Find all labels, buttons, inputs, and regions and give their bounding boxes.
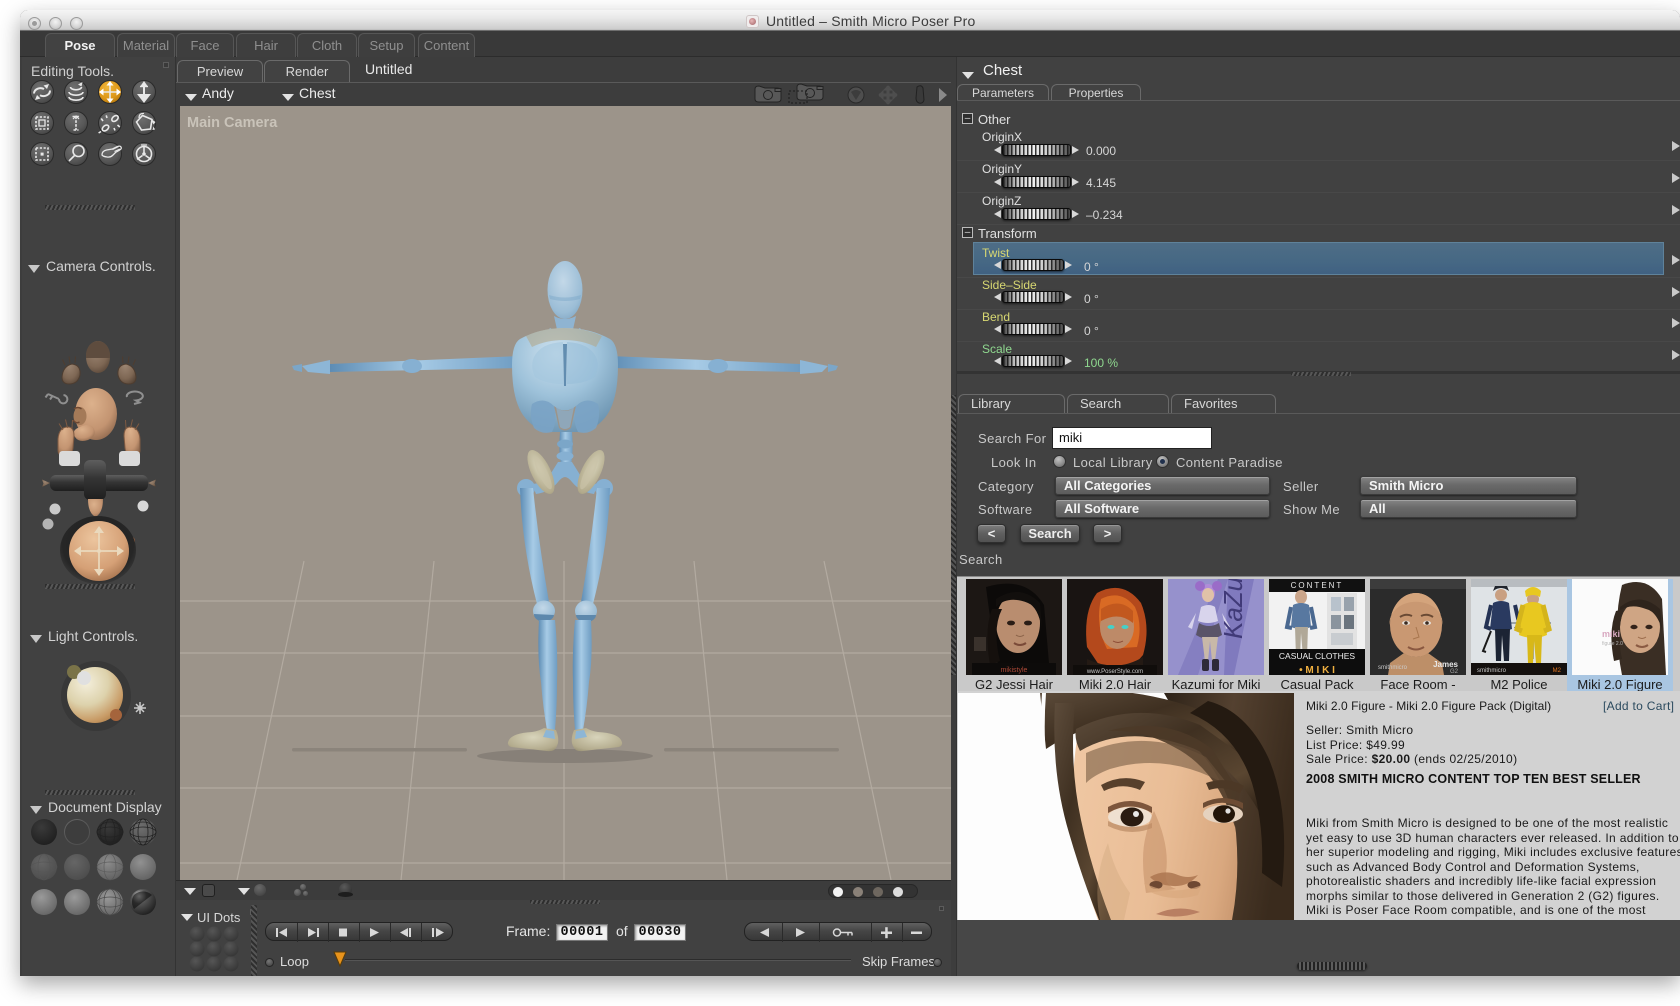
svg-text:mikistyle: mikistyle (1001, 667, 1028, 674)
svg-text:smithmicro: smithmicro (1477, 668, 1507, 674)
svg-text:CONTENT: CONTENT (1291, 581, 1344, 590)
svg-text:• M I K I: • M I K I (1299, 665, 1335, 675)
svg-text:KaZumi: KaZumi (1218, 579, 1248, 639)
svg-text:figure 2.0: figure 2.0 (1602, 641, 1623, 647)
svg-text:smithmicro: smithmicro (1378, 665, 1408, 671)
svg-text:miki: miki (1602, 629, 1620, 639)
svg-text:M2: M2 (1553, 668, 1562, 674)
svg-text:Main Camera: Main Camera (187, 115, 278, 131)
svg-text:G2: G2 (1450, 669, 1459, 675)
svg-text:CASUAL CLOTHES: CASUAL CLOTHES (1279, 651, 1356, 661)
svg-text:James: James (1433, 660, 1458, 669)
svg-text:www.PoserStyle.com: www.PoserStyle.com (1086, 669, 1143, 675)
